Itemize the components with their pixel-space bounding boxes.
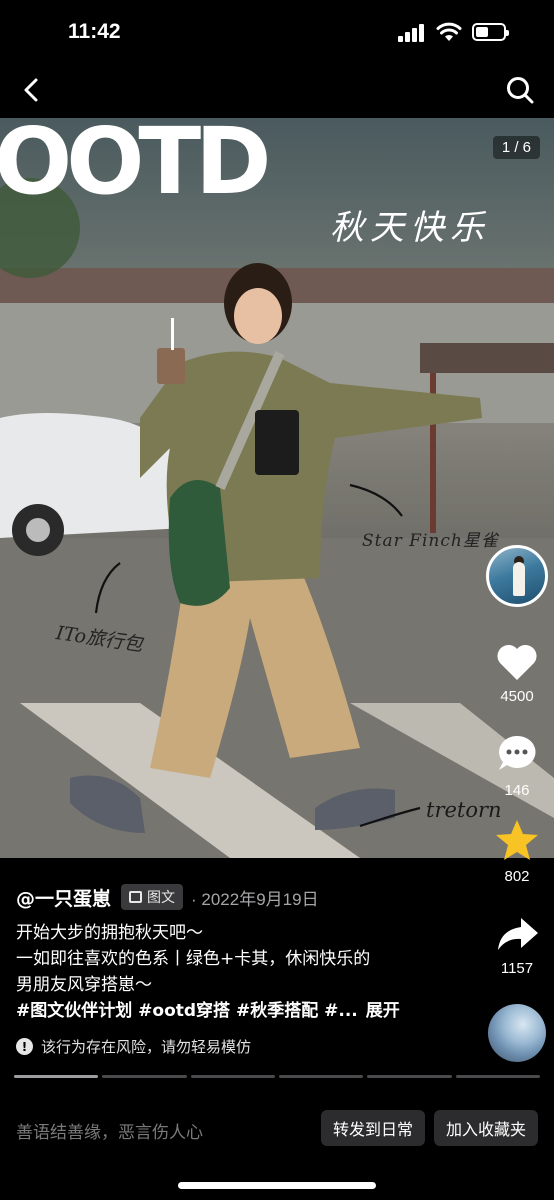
description-line: 开始大步的拥抱秋天吧～ — [16, 923, 203, 943]
status-bar: 11:42 — [0, 0, 554, 62]
author-row: @一只蛋崽 图文 · 2022年9月19日 — [16, 880, 476, 914]
battery-icon — [472, 23, 509, 41]
page-counter: 1 / 6 — [492, 136, 540, 159]
status-time: 11:42 — [68, 20, 121, 43]
hashtags[interactable]: #图文伙伴计划 #ootd穿搭 #秋季搭配 #... — [16, 1001, 358, 1021]
post-caption: @一只蛋崽 图文 · 2022年9月19日 开始大步的拥抱秋天吧～ 一如即往喜欢… — [16, 880, 476, 1057]
comment-count: 146 — [504, 782, 530, 799]
avatar-figure-body — [513, 562, 525, 596]
heart-icon — [497, 644, 537, 680]
music-disc[interactable] — [488, 1004, 546, 1062]
search-icon[interactable] — [502, 72, 538, 108]
cellular-signal-icon — [398, 24, 428, 42]
comment-input[interactable]: 善语结善缘，恶言伤人心 — [16, 1118, 203, 1143]
annotation-brand: Star Finch星雀 — [362, 531, 499, 551]
comment-bubble-icon — [499, 735, 536, 770]
post-image[interactable]: OOTD 1 / 6 秋天快乐 Star Finch星雀 ITo旅行包 tret… — [0, 118, 554, 858]
wifi-icon — [436, 22, 462, 41]
post-type-label: 图文 — [147, 890, 176, 906]
progress-segment — [190, 1075, 275, 1078]
favorite-button[interactable]: 802 — [486, 818, 548, 885]
top-nav — [0, 62, 554, 118]
author-avatar[interactable] — [486, 545, 548, 607]
progress-segment — [278, 1075, 364, 1078]
image-progress — [14, 1075, 540, 1078]
risk-notice-text: 该行为存在风险，请勿轻易模仿 — [41, 1038, 252, 1056]
post-description: 开始大步的拥抱秋天吧～ 一如即往喜欢的色系丨绿色+卡其，休闲快乐的 男朋友风穿搭… — [16, 920, 476, 998]
post-type-badge: 图文 — [121, 884, 184, 910]
image-text-icon — [129, 891, 143, 903]
expand-button[interactable]: 展开 — [366, 1001, 400, 1021]
star-icon — [496, 820, 538, 860]
handwritten-title: 秋天快乐 — [330, 208, 490, 248]
favorite-count: 802 — [504, 868, 530, 885]
progress-segment — [14, 1075, 99, 1078]
progress-segment — [102, 1075, 187, 1078]
add-to-collection-button[interactable]: 加入收藏夹 — [434, 1110, 538, 1146]
warning-icon: ! — [16, 1038, 33, 1055]
share-button[interactable]: 1157 — [486, 914, 548, 977]
share-arrow-icon — [498, 918, 538, 950]
description-line: 男朋友风穿搭崽～ — [16, 975, 152, 995]
post-date: · 2022年9月19日 — [191, 889, 319, 909]
author-name[interactable]: @一只蛋崽 — [16, 884, 111, 911]
share-count: 1157 — [500, 960, 534, 977]
like-button[interactable]: 4500 — [486, 642, 548, 705]
bottom-bar: 善语结善缘，恶言伤人心 转发到日常 加入收藏夹 — [0, 1098, 554, 1158]
comment-button[interactable]: 146 — [486, 732, 548, 799]
description-line: 一如即往喜欢的色系丨绿色+卡其，休闲快乐的 — [16, 949, 371, 969]
risk-notice: ! 该行为存在风险，请勿轻易模仿 — [16, 1036, 476, 1057]
progress-segment — [455, 1075, 540, 1078]
forward-to-daily-button[interactable]: 转发到日常 — [321, 1110, 425, 1146]
post-tags: #图文伙伴计划 #ootd穿搭 #秋季搭配 #... 展开 — [16, 998, 476, 1024]
home-indicator — [178, 1182, 376, 1189]
progress-segment — [367, 1075, 452, 1078]
chevron-left-icon[interactable] — [14, 72, 50, 108]
overlay-title: OOTD — [0, 118, 272, 215]
like-count: 4500 — [500, 688, 534, 705]
